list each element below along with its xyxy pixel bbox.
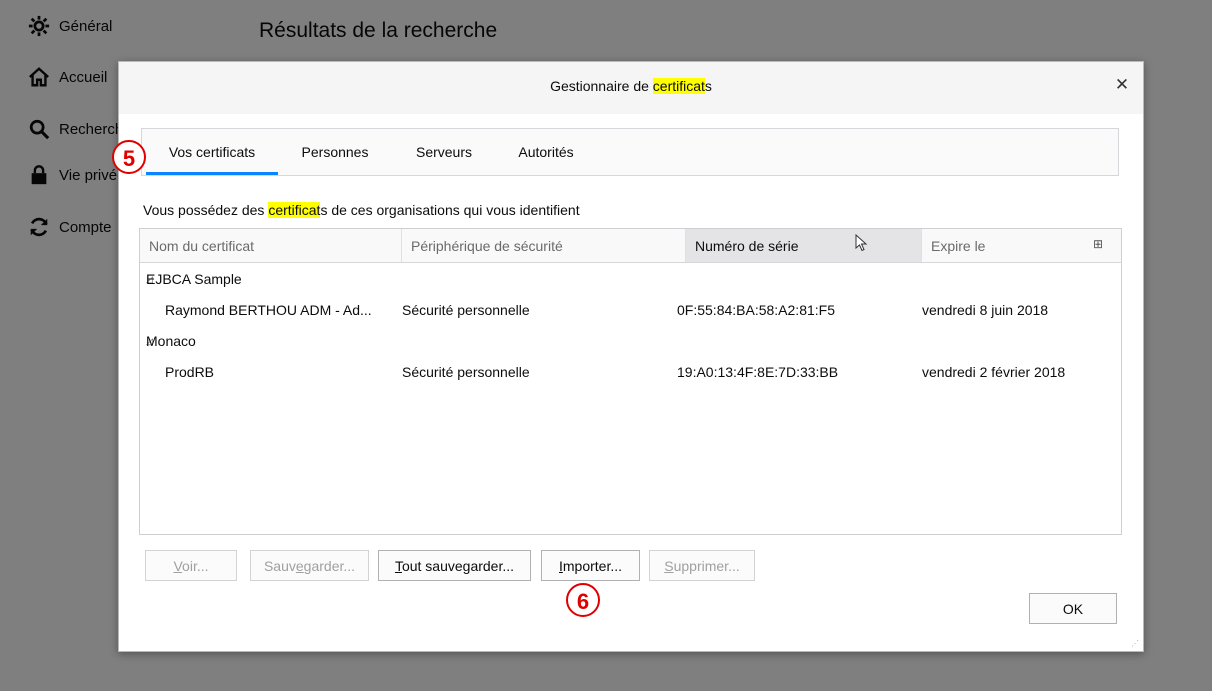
column-certificate-name[interactable]: Nom du certificat (140, 229, 402, 262)
tab-people[interactable]: Personnes (290, 129, 380, 174)
description-text-end: s de ces organisations qui vous identifi… (320, 202, 580, 218)
column-serial-number[interactable]: Numéro de série (686, 229, 922, 262)
view-button[interactable]: Voir... (145, 550, 237, 581)
certificates-tree[interactable]: Nom du certificat Périphérique de sécuri… (139, 228, 1122, 535)
column-expires-on[interactable]: Expire le (922, 229, 1086, 262)
table-row[interactable]: ProdRB Sécurité personnelle 19:A0:13:4F:… (140, 357, 1121, 388)
description-highlight: certificat (268, 202, 321, 218)
button-label: upprimer... (673, 558, 740, 574)
close-icon[interactable]: ✕ (1113, 76, 1131, 94)
save-button[interactable]: Sauvegarder... (250, 550, 369, 581)
tab-bar: Vos certificats Personnes Serveurs Autor… (141, 128, 1119, 176)
title-highlight: certificat (652, 78, 705, 94)
group-name: EJBCA Sample (146, 271, 242, 287)
step-marker-6: 6 (566, 583, 600, 617)
mouse-pointer-icon (855, 234, 868, 252)
button-label: out sauvegarder... (401, 558, 515, 574)
cell-serial-number: 0F:55:84:BA:58:A2:81:F5 (677, 302, 835, 318)
dialog-title: Gestionnaire de certificats (119, 78, 1143, 94)
button-label: Sauv (263, 558, 296, 574)
mnemonic: T (394, 558, 402, 574)
tree-header: Nom du certificat Périphérique de sécuri… (140, 229, 1121, 263)
column-picker-icon[interactable]: ⊞ (1093, 237, 1107, 251)
cell-security-device: Sécurité personnelle (402, 302, 530, 318)
cell-certificate-name: ProdRB (165, 364, 215, 380)
tree-group-row[interactable]: ◿ Monaco (140, 326, 1121, 357)
certificates-description: Vous possédez des certificats de ces org… (143, 202, 580, 218)
cell-expires-on: vendredi 8 juin 2018 (922, 302, 1049, 318)
cell-security-device: Sécurité personnelle (402, 364, 530, 380)
title-text: Gestionnaire de (550, 78, 653, 94)
cell-expires-on: vendredi 2 février 2018 (922, 364, 1066, 380)
description-text: Vous possédez des (143, 202, 269, 218)
dialog-titlebar: Gestionnaire de certificats ✕ (119, 62, 1143, 114)
save-all-button[interactable]: Tout sauvegarder... (378, 550, 531, 581)
button-label: mporter... (562, 558, 623, 574)
tab-servers[interactable]: Serveurs (401, 129, 487, 174)
title-text-end: s (704, 78, 712, 94)
import-button[interactable]: Importer... (541, 550, 640, 581)
mnemonic: S (664, 558, 674, 574)
ok-button[interactable]: OK (1029, 593, 1117, 624)
table-row[interactable]: Raymond BERTHOU ADM - Ad... Sécurité per… (140, 295, 1121, 326)
button-label: oir... (182, 558, 209, 574)
mnemonic: V (173, 558, 183, 574)
cell-certificate-name: Raymond BERTHOU ADM - Ad... (165, 302, 372, 318)
delete-button[interactable]: Supprimer... (649, 550, 755, 581)
mnemonic: e (295, 558, 304, 574)
column-security-device[interactable]: Périphérique de sécurité (402, 229, 686, 262)
cell-serial-number: 19:A0:13:4F:8E:7D:33:BB (677, 364, 839, 380)
certificate-manager-dialog: Gestionnaire de certificats ✕ Vos certif… (118, 61, 1144, 652)
resize-grip-icon[interactable]: ⋰ (1131, 639, 1141, 649)
tab-authorities[interactable]: Autorités (501, 129, 591, 174)
tab-your-certificates[interactable]: Vos certificats (146, 129, 278, 175)
tree-group-row[interactable]: ◿ EJBCA Sample (140, 264, 1121, 295)
step-marker-5: 5 (112, 140, 146, 174)
group-name: Monaco (146, 333, 196, 349)
button-label: garder... (303, 558, 356, 574)
